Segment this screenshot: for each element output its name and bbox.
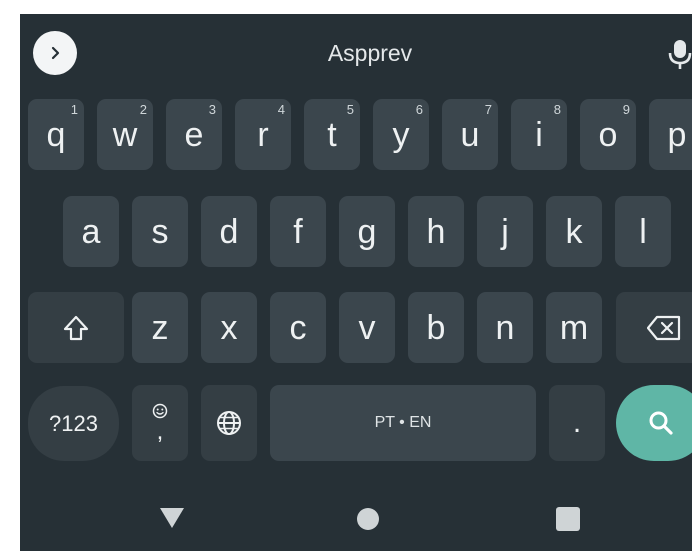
circle-home-icon[interactable]: [357, 508, 379, 530]
key-number-hint: 1: [70, 102, 78, 117]
key-m[interactable]: m: [546, 292, 602, 363]
key-label: w: [112, 115, 138, 154]
key-label: e: [184, 115, 204, 154]
backspace-key[interactable]: [616, 292, 692, 363]
key-z[interactable]: z: [132, 292, 188, 363]
voice-input-button[interactable]: [668, 36, 692, 72]
key-l[interactable]: l: [615, 196, 671, 267]
triangle-back-icon[interactable]: [160, 508, 184, 528]
key-b[interactable]: b: [408, 292, 464, 363]
key-label: g: [357, 212, 377, 251]
space-bar[interactable]: PT • EN: [270, 385, 536, 461]
key-label: l: [639, 212, 647, 251]
key-label: s: [151, 212, 169, 251]
key-label: u: [460, 115, 480, 154]
key-d[interactable]: d: [201, 196, 257, 267]
key-label: o: [598, 115, 618, 154]
globe-icon: [217, 411, 241, 435]
key-label: r: [257, 115, 269, 154]
key-o[interactable]: o9: [580, 99, 636, 170]
key-h[interactable]: h: [408, 196, 464, 267]
search-action-key[interactable]: [616, 385, 692, 461]
key-number-hint: 2: [139, 102, 147, 117]
key-label: i: [535, 115, 543, 154]
key-label: b: [426, 308, 446, 347]
symbols-key-label: ?123: [49, 410, 98, 436]
key-number-hint: 3: [208, 102, 216, 117]
language-switch-key[interactable]: [201, 385, 257, 461]
key-t[interactable]: t5: [304, 99, 360, 170]
key-label: a: [81, 212, 101, 251]
shift-key[interactable]: [28, 292, 124, 363]
chevron-right-icon: [51, 46, 60, 60]
search-icon: [649, 411, 673, 435]
key-label: x: [220, 308, 238, 347]
key-e[interactable]: e3: [166, 99, 222, 170]
key-q[interactable]: q1: [28, 99, 84, 170]
key-label: z: [151, 308, 169, 347]
key-j[interactable]: j: [477, 196, 533, 267]
key-f[interactable]: f: [270, 196, 326, 267]
key-label: v: [358, 308, 376, 347]
expand-toolbar-button[interactable]: [33, 31, 77, 75]
key-label: y: [392, 115, 410, 154]
key-label: c: [289, 308, 307, 347]
key-label: j: [501, 212, 509, 251]
key-s[interactable]: s: [132, 196, 188, 267]
shift-arrow-icon: [63, 315, 89, 340]
key-u[interactable]: u7: [442, 99, 498, 170]
square-recents-icon[interactable]: [556, 507, 580, 531]
key-label: f: [293, 212, 303, 251]
key-number-hint: 4: [277, 102, 285, 117]
key-number-hint: 7: [484, 102, 492, 117]
key-i[interactable]: i8: [511, 99, 567, 170]
key-g[interactable]: g: [339, 196, 395, 267]
emoji-comma-key[interactable]: ,: [132, 385, 188, 461]
key-label: n: [495, 308, 515, 347]
smiley-icon: [152, 403, 168, 419]
comma-label: ,: [156, 418, 164, 446]
microphone-icon: [668, 40, 692, 69]
key-label: d: [219, 212, 239, 251]
key-number-hint: 5: [346, 102, 354, 117]
key-label: t: [327, 115, 337, 154]
key-x[interactable]: x: [201, 292, 257, 363]
key-number-hint: 6: [415, 102, 423, 117]
key-c[interactable]: c: [270, 292, 326, 363]
key-a[interactable]: a: [63, 196, 119, 267]
keyboard: Aspprev q1w2e3r4t5y6u7i8o9p asdfghjkl zx…: [20, 14, 692, 551]
symbols-key[interactable]: ?123: [28, 386, 119, 461]
key-p[interactable]: p: [649, 99, 692, 170]
key-label: q: [46, 115, 66, 154]
key-label: p: [667, 115, 687, 154]
key-w[interactable]: w2: [97, 99, 153, 170]
key-number-hint: 9: [622, 102, 630, 117]
key-y[interactable]: y6: [373, 99, 429, 170]
period-label: .: [572, 406, 582, 439]
key-label: m: [559, 308, 589, 347]
period-key[interactable]: .: [549, 385, 605, 461]
key-number-hint: 8: [553, 102, 561, 117]
backspace-icon: [647, 315, 681, 340]
key-label: k: [565, 212, 583, 251]
key-v[interactable]: v: [339, 292, 395, 363]
key-label: h: [426, 212, 446, 251]
key-r[interactable]: r4: [235, 99, 291, 170]
space-bar-label: PT • EN: [374, 414, 432, 431]
suggestion-word[interactable]: Aspprev: [270, 35, 470, 71]
key-k[interactable]: k: [546, 196, 602, 267]
key-n[interactable]: n: [477, 292, 533, 363]
